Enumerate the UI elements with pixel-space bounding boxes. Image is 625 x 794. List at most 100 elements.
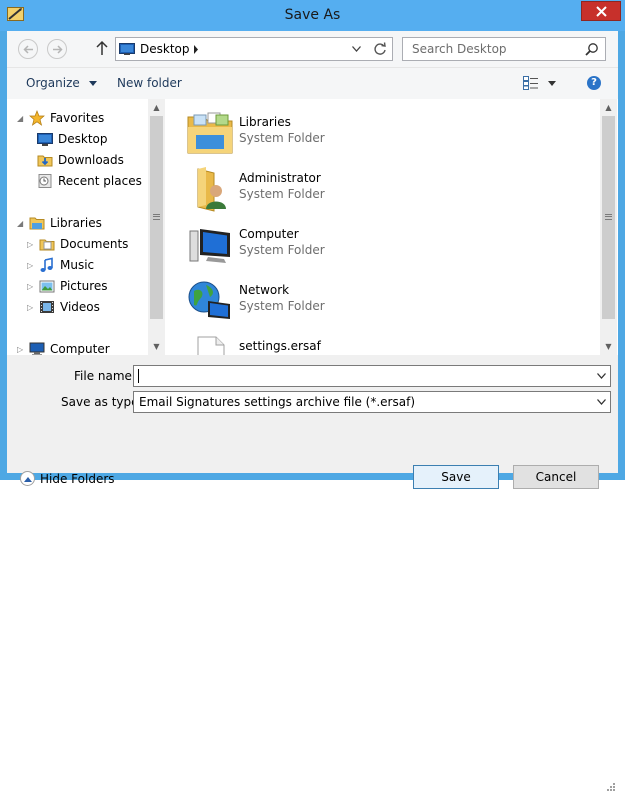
organize-button[interactable]: Organize: [26, 76, 97, 90]
nav-item-label: Desktop: [58, 132, 108, 146]
grip-icon: [153, 214, 160, 220]
nav-item-downloads[interactable]: Downloads: [37, 151, 124, 169]
file-name: Network: [239, 283, 290, 297]
file-type: System Folder: [239, 299, 325, 313]
search-icon[interactable]: [585, 42, 599, 56]
nav-libraries-label: Libraries: [50, 216, 102, 230]
organize-label: Organize: [26, 76, 80, 90]
nav-item-documents[interactable]: ▷ Documents: [27, 235, 128, 253]
desktop-icon: [119, 43, 135, 55]
nav-item-label: Pictures: [60, 279, 108, 293]
help-icon[interactable]: ?: [587, 76, 601, 90]
close-button[interactable]: [581, 1, 621, 21]
nav-computer[interactable]: ▷ Computer: [17, 340, 110, 355]
save-as-type-select[interactable]: Email Signatures settings archive file (…: [133, 391, 611, 413]
chevron-down-icon[interactable]: [352, 46, 361, 52]
recent-places-icon: [38, 174, 52, 188]
chevron-down-icon[interactable]: [597, 373, 606, 379]
expand-arrow-icon[interactable]: ▷: [27, 261, 37, 270]
list-item[interactable]: Administrator System Folder: [182, 165, 482, 217]
collapse-arrow-icon[interactable]: ◢: [17, 114, 27, 123]
save-as-dialog: Save As Desktop Search Desktop Organize …: [0, 0, 625, 791]
nav-item-label: Documents: [60, 237, 129, 251]
nav-item-desktop[interactable]: Desktop: [37, 130, 108, 148]
collapse-up-icon: [20, 471, 35, 486]
close-icon: [596, 6, 607, 17]
file-type: System Folder: [239, 187, 325, 201]
dialog-client: Desktop Search Desktop Organize New fold…: [7, 31, 618, 791]
refresh-icon[interactable]: [373, 42, 387, 56]
nav-item-label: Videos: [60, 300, 100, 314]
desktop-icon: [37, 133, 53, 146]
nav-favorites[interactable]: ◢ Favorites: [17, 109, 104, 127]
caret-down-icon: [88, 81, 97, 86]
title-bar[interactable]: Save As: [0, 0, 625, 31]
music-icon: [40, 257, 53, 272]
back-arrow-icon: [23, 45, 33, 54]
videos-icon: [40, 301, 54, 313]
save-options-panel: File name: Save as type: Email Signature…: [7, 355, 618, 791]
filename-input[interactable]: [133, 365, 611, 387]
computer-icon: [29, 342, 45, 355]
nav-scrollbar[interactable]: ▲ ▼: [148, 99, 165, 355]
scroll-up-icon[interactable]: ▲: [600, 99, 617, 116]
expand-arrow-icon[interactable]: ▷: [27, 240, 37, 249]
nav-item-label: Music: [60, 258, 95, 272]
nav-item-label: Downloads: [58, 153, 124, 167]
change-view-icon[interactable]: [523, 76, 539, 90]
view-caret-icon[interactable]: [548, 81, 556, 86]
network-icon: [188, 281, 230, 319]
forward-arrow-icon: [53, 45, 63, 54]
collapse-arrow-icon[interactable]: ◢: [17, 219, 27, 228]
resize-grip-icon[interactable]: [605, 783, 616, 794]
file-name: Administrator: [239, 171, 321, 185]
new-folder-button[interactable]: New folder: [117, 76, 182, 90]
list-item[interactable]: Computer System Folder: [182, 221, 482, 273]
user-folder-icon: [197, 167, 226, 212]
scroll-down-icon[interactable]: ▼: [600, 338, 617, 355]
address-bar[interactable]: Desktop: [115, 37, 393, 61]
content-scrollbar[interactable]: ▲ ▼: [600, 99, 617, 355]
chevron-right-icon[interactable]: [193, 45, 199, 54]
scroll-up-icon[interactable]: ▲: [148, 99, 165, 116]
navigation-pane: ◢ Favorites Desktop Downloads Recent pla…: [7, 99, 165, 355]
command-toolbar: Organize New folder ?: [7, 67, 618, 99]
expand-arrow-icon[interactable]: ▷: [27, 282, 37, 291]
text-cursor: [138, 369, 139, 383]
window-title: Save As: [284, 7, 341, 23]
file-list: Libraries System Folder Administrator Sy…: [182, 99, 600, 355]
nav-computer-label: Computer: [50, 342, 110, 355]
expand-arrow-icon[interactable]: ▷: [27, 303, 37, 312]
grip-icon: [605, 214, 612, 220]
cancel-button[interactable]: Cancel: [513, 465, 599, 489]
chevron-down-icon[interactable]: [597, 399, 606, 405]
computer-icon: [189, 229, 230, 263]
search-placeholder[interactable]: Search Desktop: [412, 42, 507, 56]
up-arrow-icon[interactable]: [95, 39, 109, 57]
address-location[interactable]: Desktop: [140, 42, 190, 56]
nav-libraries[interactable]: ◢ Libraries: [17, 214, 102, 232]
file-type: System Folder: [239, 131, 325, 145]
file-name: Computer: [239, 227, 299, 241]
hide-folders-button[interactable]: Hide Folders: [20, 471, 115, 486]
scroll-thumb[interactable]: [602, 116, 615, 319]
filename-label: File name:: [74, 369, 136, 383]
search-box[interactable]: Search Desktop: [402, 37, 606, 61]
expand-arrow-icon[interactable]: ▷: [17, 345, 27, 354]
list-item[interactable]: Libraries System Folder: [182, 109, 482, 161]
libraries-icon: [29, 217, 45, 230]
documents-icon: [39, 239, 55, 251]
save-as-type-value: Email Signatures settings archive file (…: [139, 395, 416, 409]
nav-item-videos[interactable]: ▷ Videos: [27, 298, 100, 316]
list-item[interactable]: settings.ersaf ERSAF File: [182, 333, 482, 355]
back-button[interactable]: [18, 39, 38, 59]
list-item[interactable]: Network System Folder: [182, 277, 482, 329]
save-button[interactable]: Save: [413, 465, 499, 489]
nav-item-label: Recent places: [58, 174, 142, 188]
forward-button[interactable]: [47, 39, 67, 59]
nav-item-pictures[interactable]: ▷ Pictures: [27, 277, 108, 295]
nav-item-music[interactable]: ▷ Music: [27, 256, 94, 274]
scroll-thumb[interactable]: [150, 116, 163, 319]
scroll-down-icon[interactable]: ▼: [148, 338, 165, 355]
nav-item-recent-places[interactable]: Recent places: [37, 172, 142, 190]
